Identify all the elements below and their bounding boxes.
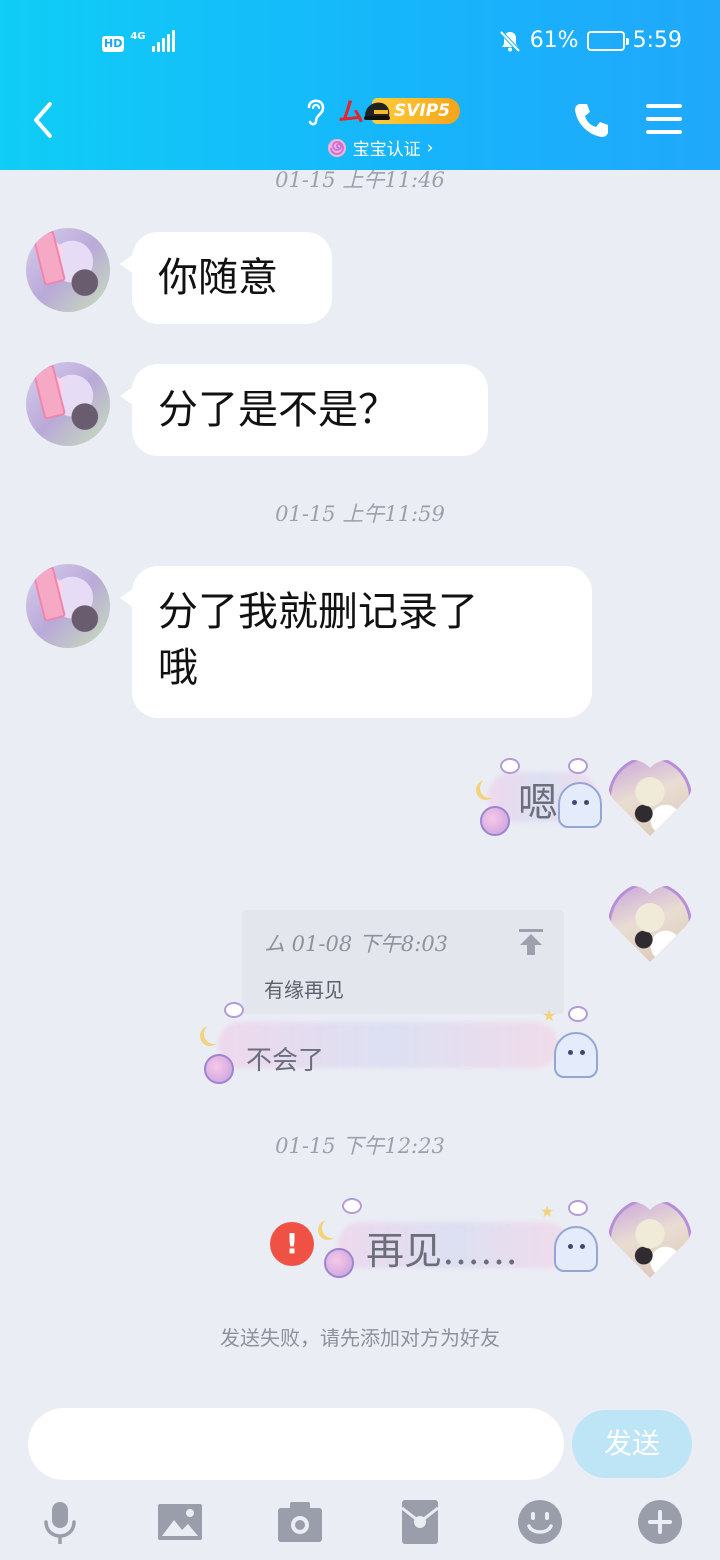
title-line: ム SVIP5 bbox=[250, 92, 510, 129]
message-text: 分了是不是？ bbox=[158, 387, 398, 433]
battery-percent: 61% bbox=[529, 28, 579, 53]
camera-icon[interactable] bbox=[276, 1498, 324, 1546]
send-button[interactable]: 发送 bbox=[572, 1410, 692, 1478]
microphone-icon[interactable] bbox=[36, 1498, 84, 1546]
my-avatar[interactable] bbox=[608, 756, 692, 840]
message-list[interactable]: 01-15 上午11:46 你随意 分了是不是？ 01-15 上午11:59 分… bbox=[0, 170, 720, 1400]
network-label: 4G bbox=[130, 31, 146, 42]
message-text-line: 分了我就删记录了 bbox=[158, 589, 478, 635]
status-left: HD 4G bbox=[102, 30, 175, 52]
planet-icon bbox=[480, 806, 510, 836]
red-packet-icon[interactable] bbox=[396, 1498, 444, 1546]
subtitle-text: 宝宝认证 bbox=[352, 140, 421, 160]
timestamp: 01-15 下午12:23 bbox=[275, 1134, 445, 1158]
bunny-icon bbox=[568, 1006, 588, 1022]
message-text: 你随意 bbox=[158, 255, 278, 301]
star-icon: ★ bbox=[540, 1202, 555, 1221]
message-text: 不会了 bbox=[246, 1046, 325, 1076]
helmet-icon bbox=[364, 102, 390, 120]
contact-name: ム bbox=[337, 98, 364, 128]
bunny-icon bbox=[500, 758, 520, 774]
status-bar: HD 4G 61% 5:59 bbox=[0, 26, 720, 58]
quote-text: 有缘再见 bbox=[264, 978, 344, 1002]
battery-icon bbox=[586, 30, 629, 51]
ghost-icon bbox=[558, 782, 602, 828]
svip-badge: SVIP5 bbox=[364, 97, 461, 124]
system-tip: 发送失败，请先添加对方为好友 bbox=[220, 1326, 500, 1350]
message-input[interactable] bbox=[28, 1408, 564, 1480]
contact-avatar[interactable] bbox=[26, 362, 110, 446]
message-bubble-left[interactable]: 分了是不是？ bbox=[120, 364, 488, 456]
message-text-line: 哦 bbox=[158, 645, 198, 691]
back-arrow-icon[interactable] bbox=[28, 98, 68, 142]
bunny-icon bbox=[224, 1002, 244, 1018]
lollipop-icon bbox=[327, 138, 346, 157]
certification-subtitle[interactable]: 宝宝认证 › bbox=[250, 135, 510, 160]
signal-icon bbox=[151, 30, 175, 52]
chevron-right-icon: › bbox=[426, 137, 434, 158]
menu-icon[interactable] bbox=[644, 102, 684, 136]
my-avatar[interactable] bbox=[608, 1198, 692, 1282]
status-right: 61% 5:59 bbox=[498, 28, 682, 53]
bell-muted-icon bbox=[499, 30, 521, 52]
message-bubble-right[interactable]: 不会了 ★ bbox=[196, 1000, 616, 1090]
clock: 5:59 bbox=[632, 28, 682, 53]
bunny-icon bbox=[568, 758, 588, 774]
moon-icon bbox=[480, 778, 500, 798]
chat-header: HD 4G 61% 5:59 ム SVIP5 宝宝认证 › bbox=[0, 0, 720, 170]
hd-badge: HD bbox=[102, 36, 125, 52]
image-icon[interactable] bbox=[156, 1498, 204, 1546]
my-avatar[interactable] bbox=[608, 882, 692, 966]
message-text: 再见…… bbox=[366, 1229, 519, 1273]
svip-label: SVIP5 bbox=[394, 100, 451, 121]
message-bubble-left[interactable]: 分了我就删记录了 哦 bbox=[120, 566, 592, 718]
ghost-icon bbox=[554, 1226, 598, 1272]
message-bubble-right[interactable]: 嗯 bbox=[474, 758, 610, 838]
contact-avatar[interactable] bbox=[26, 564, 110, 648]
quoted-message-card[interactable]: ム 01-08 下午8:03 有缘再见 bbox=[242, 910, 564, 1014]
bunny-icon bbox=[342, 1198, 362, 1214]
moon-icon bbox=[322, 1218, 342, 1238]
quote-header: ム 01-08 下午8:03 bbox=[264, 932, 449, 956]
message-text: 嗯 bbox=[518, 780, 558, 826]
message-bubble-right[interactable]: 再见…… ★ bbox=[318, 1196, 614, 1286]
phone-icon[interactable] bbox=[572, 100, 612, 140]
message-bubble-left[interactable]: 你随意 bbox=[120, 232, 332, 324]
contact-avatar[interactable] bbox=[26, 228, 110, 312]
planet-icon bbox=[324, 1248, 354, 1278]
emoji-icon[interactable] bbox=[516, 1498, 564, 1546]
timestamp: 01-15 上午11:46 bbox=[275, 170, 445, 192]
planet-icon bbox=[204, 1054, 234, 1084]
star-icon: ★ bbox=[542, 1006, 557, 1025]
chat-title-area[interactable]: ム SVIP5 宝宝认证 › bbox=[250, 92, 510, 160]
ear-icon bbox=[307, 98, 325, 125]
input-toolbar bbox=[0, 1490, 720, 1550]
jump-to-top-icon[interactable] bbox=[518, 928, 544, 956]
moon-icon bbox=[204, 1024, 224, 1044]
bunny-icon bbox=[568, 1200, 588, 1216]
ghost-icon bbox=[554, 1032, 598, 1078]
plus-icon[interactable] bbox=[636, 1498, 684, 1546]
send-failed-icon[interactable]: ! bbox=[270, 1222, 314, 1266]
timestamp: 01-15 上午11:59 bbox=[275, 502, 445, 526]
